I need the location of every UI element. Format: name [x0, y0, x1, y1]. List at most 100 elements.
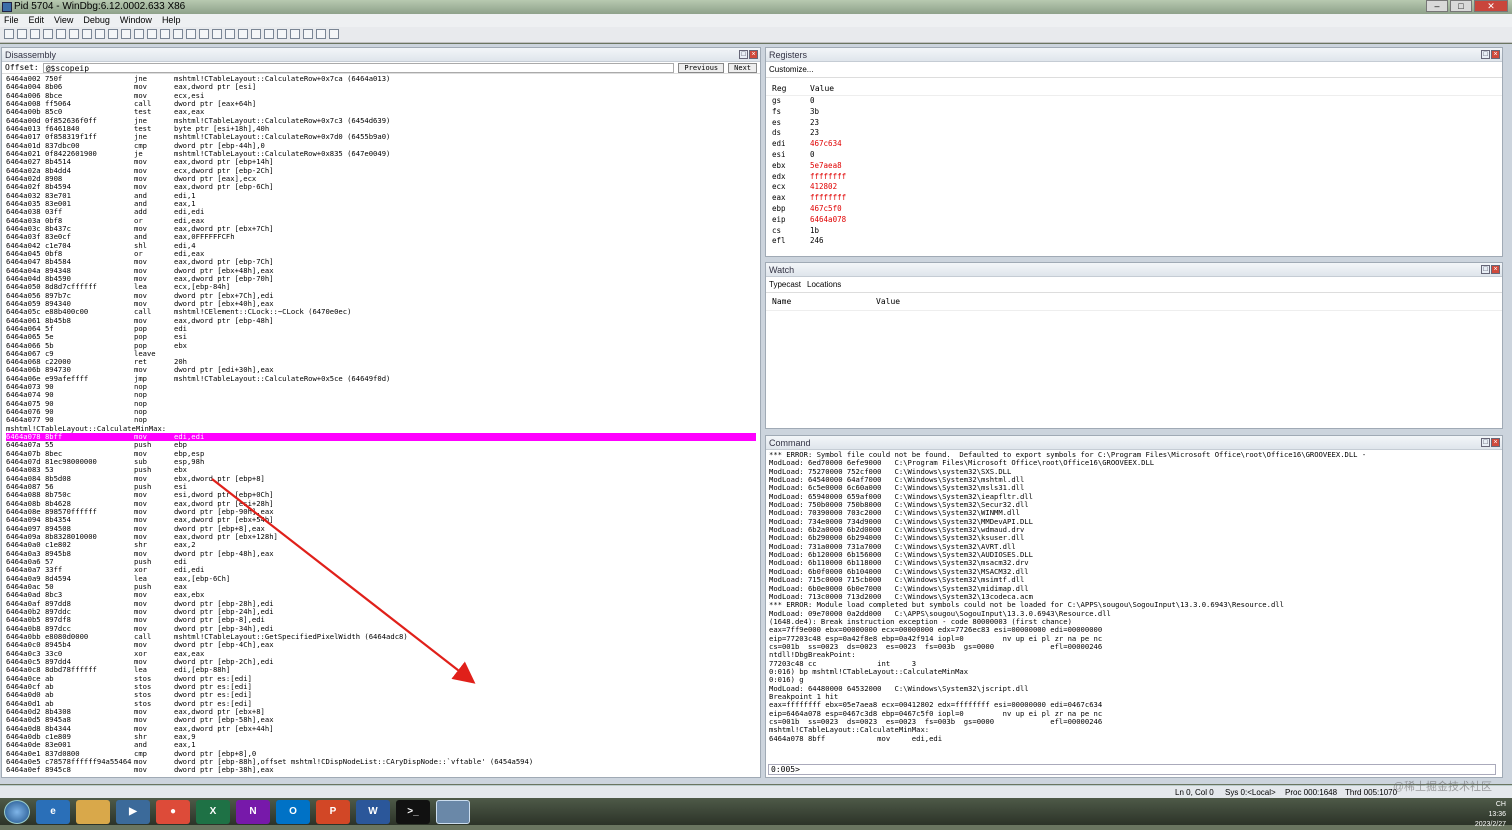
disassembly-line[interactable]: 6464a088 8b750c mov esi,dword ptr [ebp+0Ch… — [6, 491, 756, 500]
disassembly-line[interactable]: 6464a076 90 nop — [6, 407, 756, 416]
customize-button[interactable]: Customize... — [766, 62, 1502, 78]
register-value[interactable]: 5e7aea8 — [810, 161, 842, 172]
options-icon[interactable] — [329, 29, 339, 39]
register-row[interactable]: fs 3b — [766, 107, 1502, 118]
locals-window-icon[interactable] — [199, 29, 209, 39]
disassembly-line[interactable]: 6464a083 53 push ebx — [6, 466, 756, 475]
disassembly-line[interactable]: 6464a04a 894348 mov dword ptr [ebx+48h],ea… — [6, 266, 756, 275]
disassembly-line[interactable]: 6464a059 894340 mov dword ptr [ebx+40h],ea… — [6, 299, 756, 308]
disassembly-listing[interactable]: 6464a002 750f jne mshtml!CTableLayout::Cal… — [2, 74, 760, 776]
restore-icon[interactable]: □ — [739, 50, 748, 59]
register-row[interactable]: gs 0 — [766, 96, 1502, 107]
open-icon[interactable] — [4, 29, 14, 39]
cut-icon[interactable] — [17, 29, 27, 39]
maximize-button[interactable]: □ — [1450, 0, 1472, 12]
disassembly-line[interactable]: 6464a0c8 8dbd78ffffff lea edi,[ebp-88h] — [6, 665, 756, 674]
disassembly-line[interactable]: 6464a068 c22000 ret 20h — [6, 357, 756, 366]
disassembly-line[interactable]: 6464a002 750f jne mshtml!CTableLayout::Cal… — [6, 74, 756, 83]
disassembly-line[interactable]: 6464a0bb e8080d0000 call mshtml!CTableLayo… — [6, 632, 756, 641]
disassembly-line[interactable]: 6464a0a6 57 push edi — [6, 557, 756, 566]
register-row[interactable]: ecx 412802 — [766, 182, 1502, 193]
disassembly-line[interactable]: 6464a0e5 c78578ffffff94a55464 mov dword pt… — [6, 757, 756, 766]
disassembly-line[interactable]: 6464a0d1 ab stos dword ptr es:[edi] — [6, 699, 756, 708]
disassembly-line[interactable]: 6464a066 5b pop ebx — [6, 341, 756, 350]
disassembly-line[interactable]: 6464a03c 8b437c mov eax,dword ptr [ebx+7Ch… — [6, 224, 756, 233]
register-row[interactable]: efl 246 — [766, 236, 1502, 247]
disassembly-line[interactable]: 6464a0ce ab stos dword ptr es:[edi] — [6, 674, 756, 683]
stop-debugging-icon[interactable] — [82, 29, 92, 39]
disassembly-line[interactable]: 6464a02f 8b4594 mov eax,dword ptr [ebp-6Ch… — [6, 182, 756, 191]
chrome-icon[interactable]: ● — [156, 799, 190, 824]
restore-icon[interactable]: □ — [1481, 265, 1490, 274]
register-value[interactable]: 467c634 — [810, 139, 842, 150]
disassembly-line[interactable]: 6464a0b5 897df8 mov dword ptr [ebp-8],edi — [6, 615, 756, 624]
register-value[interactable]: 1b — [810, 226, 819, 237]
disassembly-window-icon[interactable] — [251, 29, 261, 39]
register-row[interactable]: edi 467c634 — [766, 139, 1502, 150]
disassembly-line[interactable]: 6464a045 0bf8 or edi,eax — [6, 249, 756, 258]
register-value[interactable]: 0 — [810, 96, 815, 107]
menu-debug[interactable]: Debug — [83, 14, 110, 27]
disassembly-line[interactable]: 6464a0ef 8945c8 mov dword ptr [ebp-38h],ea… — [6, 765, 756, 774]
register-value[interactable]: 23 — [810, 128, 819, 139]
register-row[interactable]: cs 1b — [766, 226, 1502, 237]
next-button[interactable]: Next — [728, 62, 757, 73]
register-row[interactable]: eax ffffffff — [766, 193, 1502, 204]
previous-button[interactable]: Previous — [678, 62, 725, 73]
disassembly-line[interactable]: 6464a075 90 nop — [6, 399, 756, 408]
register-value[interactable]: 467c5f0 — [810, 204, 842, 215]
disassembly-line[interactable]: 6464a004 8b06 mov eax,dword ptr [esi] — [6, 82, 756, 91]
restore-icon[interactable]: □ — [1481, 438, 1490, 447]
disassembly-line[interactable]: 6464a0cf ab stos dword ptr es:[edi] — [6, 682, 756, 691]
disassembly-line[interactable]: 6464a067 c9 leave — [6, 349, 756, 358]
register-value[interactable]: 23 — [810, 118, 819, 129]
register-value[interactable]: ffffffff — [810, 193, 846, 204]
restore-icon[interactable]: □ — [1481, 50, 1490, 59]
disassembly-line[interactable]: 6464a05c e88b400c00 call mshtml!CElement::… — [6, 307, 756, 316]
disassembly-line[interactable]: 6464a087 56 push esi — [6, 482, 756, 491]
register-row[interactable]: ebx 5e7aea8 — [766, 161, 1502, 172]
copy-icon[interactable] — [30, 29, 40, 39]
register-row[interactable]: es 23 — [766, 118, 1502, 129]
register-row[interactable]: edx ffffffff — [766, 172, 1502, 183]
restart-icon[interactable] — [69, 29, 79, 39]
start-button[interactable] — [4, 799, 30, 824]
disassembly-line[interactable]: 6464a073 90 nop — [6, 382, 756, 391]
disassembly-line[interactable]: 6464a0d2 8b4308 mov eax,dword ptr [ebx+8] — [6, 707, 756, 716]
menu-window[interactable]: Window — [120, 14, 152, 27]
onenote-icon[interactable]: N — [236, 799, 270, 824]
register-value[interactable]: 246 — [810, 236, 824, 247]
windbg-taskbar-icon[interactable] — [436, 799, 470, 824]
close-pane-icon[interactable]: × — [1491, 50, 1500, 59]
disassembly-line[interactable]: 6464a02a 8b4dd4 mov ecx,dword ptr [ebp-2Ch… — [6, 166, 756, 175]
disassembly-line[interactable]: 6464a050 8d8d7cffffff lea ecx,[ebp-84h] — [6, 282, 756, 291]
excel-icon[interactable]: X — [196, 799, 230, 824]
break-icon[interactable] — [95, 29, 105, 39]
disassembly-line[interactable]: 6464a08b 8b4628 mov eax,dword ptr [esi+28h… — [6, 499, 756, 508]
disassembly-line[interactable]: 6464a035 83e001 and eax,1 — [6, 199, 756, 208]
disassembly-line[interactable]: 6464a0c0 8945b4 mov dword ptr [ebp-4Ch],ea… — [6, 640, 756, 649]
disassembly-line[interactable]: 6464a0c5 897dd4 mov dword ptr [ebp-2Ch],ed… — [6, 657, 756, 666]
register-value[interactable]: 3b — [810, 107, 819, 118]
disassembly-line[interactable]: 6464a0c3 33c0 xor eax,eax — [6, 649, 756, 658]
minimize-button[interactable]: – — [1426, 0, 1448, 12]
register-value[interactable]: ffffffff — [810, 172, 846, 183]
hex-mode-icon[interactable] — [303, 29, 313, 39]
disassembly-line[interactable]: 6464a03f 83e0cf and eax,0FFFFFFCFh — [6, 232, 756, 241]
powerpoint-icon[interactable]: P — [316, 799, 350, 824]
offset-input[interactable]: @$scopeip — [42, 62, 675, 73]
disassembly-label[interactable]: mshtml!CTableLayout::CalculateMinMax: — [6, 424, 756, 433]
source-mode-icon[interactable] — [290, 29, 300, 39]
register-value[interactable]: 6464a078 — [810, 215, 846, 226]
disassembly-line[interactable]: 6464a0ac 50 push eax — [6, 582, 756, 591]
disassembly-line[interactable]: 6464a06e e99afeffff jmp mshtml!CTableLayou… — [6, 374, 756, 383]
explorer-icon[interactable] — [76, 799, 110, 824]
disassembly-line[interactable]: 6464a09a 8b8328010000 mov eax,dword ptr [e… — [6, 532, 756, 541]
disassembly-line[interactable]: 6464a021 0f8422601900 je mshtml!CTableLayo… — [6, 149, 756, 158]
disassembly-line[interactable]: 6464a064 5f pop edi — [6, 324, 756, 333]
menu-edit[interactable]: Edit — [29, 14, 45, 27]
register-row[interactable]: ds 23 — [766, 128, 1502, 139]
media-player-icon[interactable]: ▶ — [116, 799, 150, 824]
disassembly-line[interactable]: 6464a056 897b7c mov dword ptr [ebx+7Ch],ed… — [6, 291, 756, 300]
disassembly-line[interactable]: 6464a038 03ff add edi,edi — [6, 207, 756, 216]
